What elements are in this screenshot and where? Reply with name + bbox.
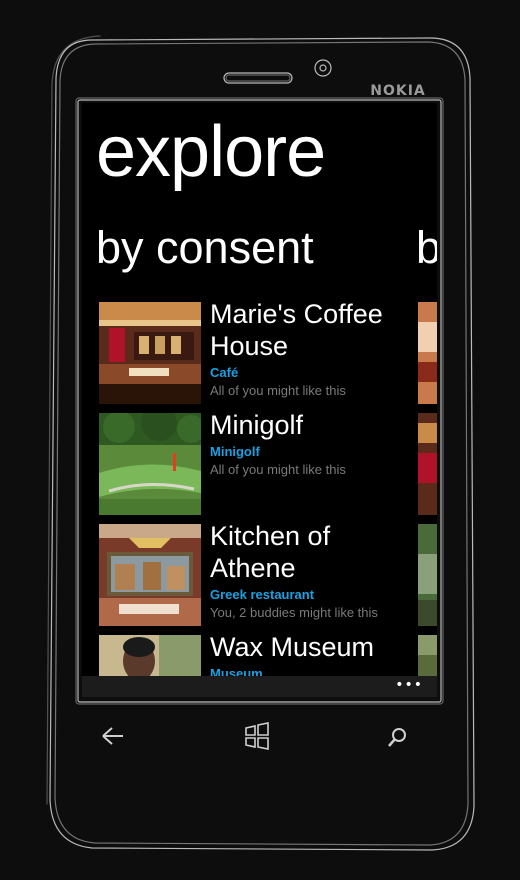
windows-icon[interactable]	[243, 722, 271, 754]
phone-screen: explore by consent b Marie's Coffee Hous…	[82, 103, 437, 697]
application-bar: •••	[82, 676, 437, 697]
place-thumbnail	[99, 524, 201, 626]
place-name: Kitchen of Athene	[210, 521, 331, 583]
search-icon[interactable]	[385, 724, 411, 754]
next-pivot-thumbnail	[418, 524, 437, 626]
place-recommendation: You, 2 buddies might like this	[210, 605, 378, 620]
place-thumbnail	[99, 635, 201, 677]
back-icon[interactable]	[100, 724, 126, 752]
place-thumbnail	[99, 302, 201, 404]
pivot-header-by-consent[interactable]: by consent	[96, 221, 314, 275]
next-pivot-thumbnail	[418, 302, 437, 404]
place-category: Greek restaurant	[210, 587, 315, 602]
page-title: explore	[96, 112, 326, 192]
place-name: Marie's Coffee House	[210, 299, 383, 361]
more-options-button[interactable]: •••	[395, 678, 423, 692]
brand-logo: NOKIA	[370, 83, 426, 99]
place-name: Wax Museum	[210, 632, 375, 662]
place-category: Café	[210, 365, 239, 380]
place-name: Minigolf	[210, 410, 304, 440]
next-pivot-thumbnail	[418, 413, 437, 515]
place-recommendation: All of you might like this	[210, 462, 346, 477]
next-pivot-thumbnail	[418, 635, 437, 676]
place-recommendation: All of you might like this	[210, 383, 346, 398]
pivot-header-next[interactable]: b	[416, 221, 437, 275]
place-thumbnail	[99, 413, 201, 515]
place-category: Minigolf	[210, 444, 260, 459]
